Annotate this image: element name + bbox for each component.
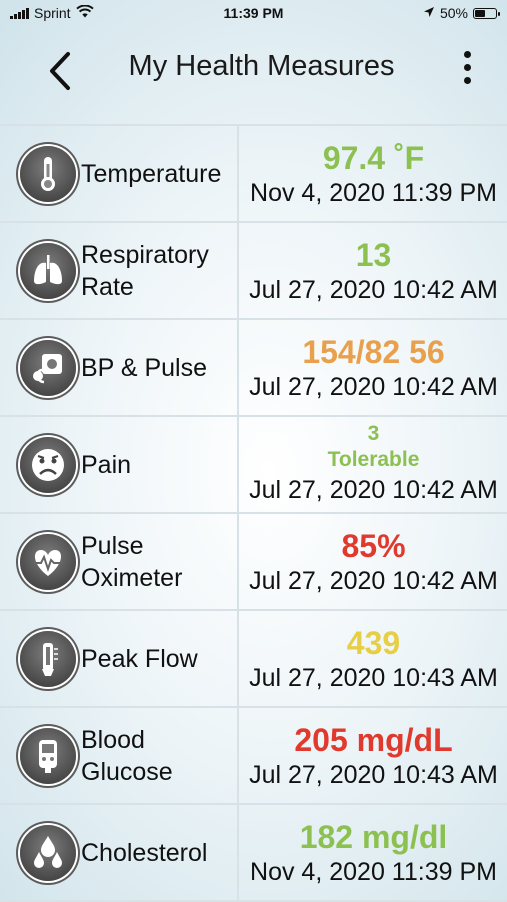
measure-label: Peak Flow [81, 644, 198, 673]
measure-value: 97.4 ˚F [322, 140, 425, 176]
measure-label: BP & Pulse [81, 353, 208, 382]
measure-label: Cholesterol [81, 838, 208, 867]
measure-date: Jul 27, 2020 10:42 AM [249, 276, 498, 304]
sad-face-icon [20, 437, 76, 493]
measure-value-description: Tolerable [327, 448, 420, 471]
more-vertical-icon [452, 51, 482, 84]
measure-label: Pulse Oximeter [81, 531, 183, 592]
measure-date: Jul 27, 2020 10:43 AM [249, 664, 498, 692]
glucose-meter-icon [20, 728, 76, 784]
page-title: My Health Measures [128, 50, 395, 82]
measure-value: 182 mg/dl [299, 819, 448, 855]
measure-value: 154/82 56 [302, 334, 445, 370]
peak-flow-meter-icon [20, 631, 76, 687]
measure-value: 85% [341, 528, 406, 564]
measure-value: 13 [355, 237, 392, 273]
measure-date: Jul 27, 2020 10:42 AM [249, 567, 498, 595]
battery-percent: 50% [439, 5, 468, 21]
measure-value-cell: 205 mg/dL Jul 27, 2020 10:43 AM [240, 708, 507, 803]
location-arrow-icon [423, 5, 435, 21]
measure-date: Nov 4, 2020 11:39 PM [250, 179, 497, 207]
more-options-button[interactable] [452, 48, 482, 88]
measure-value: 205 mg/dL [294, 722, 453, 758]
status-right: 50% [423, 5, 500, 21]
drops-icon [20, 825, 76, 881]
measure-value: 439 [346, 625, 401, 661]
measure-row-pain[interactable]: Pain 3 Tolerable Jul 27, 2020 10:42 AM [0, 417, 507, 514]
measure-value-cell: 154/82 56 Jul 27, 2020 10:42 AM [240, 320, 507, 415]
measure-date: Nov 4, 2020 11:39 PM [250, 858, 497, 886]
measure-value-cell: 182 mg/dl Nov 4, 2020 11:39 PM [240, 805, 507, 900]
measure-label: Temperature [81, 159, 222, 188]
measure-value-cell: 13 Jul 27, 2020 10:42 AM [240, 223, 507, 318]
measure-row-peak-flow[interactable]: Peak Flow 439 Jul 27, 2020 10:43 AM [0, 611, 507, 708]
measure-row-blood-glucose[interactable]: Blood Glucose 205 mg/dL Jul 27, 2020 10:… [0, 708, 507, 805]
measure-date: Jul 27, 2020 10:43 AM [249, 761, 498, 789]
heart-pulse-icon [20, 534, 76, 590]
measure-value-cell: 97.4 ˚F Nov 4, 2020 11:39 PM [240, 126, 507, 221]
lungs-icon [20, 243, 76, 299]
measure-row-cholesterol[interactable]: Cholesterol 182 mg/dl Nov 4, 2020 11:39 … [0, 805, 507, 902]
measure-row-respiratory-rate[interactable]: Respiratory Rate 13 Jul 27, 2020 10:42 A… [0, 223, 507, 320]
thermometer-icon [20, 146, 76, 202]
measure-value-cell: 439 Jul 27, 2020 10:43 AM [240, 611, 507, 706]
status-bar: Sprint 11:39 PM 50% [0, 0, 507, 28]
measure-label: Blood Glucose [81, 725, 173, 786]
measure-value-cell: 3 Tolerable Jul 27, 2020 10:42 AM [240, 417, 507, 512]
measure-row-bp-pulse[interactable]: BP & Pulse 154/82 56 Jul 27, 2020 10:42 … [0, 320, 507, 417]
measure-row-pulse-oximeter[interactable]: Pulse Oximeter 85% Jul 27, 2020 10:42 AM [0, 514, 507, 611]
measure-value: 3 [367, 422, 380, 445]
measure-row-temperature[interactable]: Temperature 97.4 ˚F Nov 4, 2020 11:39 PM [0, 126, 507, 223]
measure-date: Jul 27, 2020 10:42 AM [249, 373, 498, 401]
navigation-bar: My Health Measures [0, 28, 507, 112]
measure-value-cell: 85% Jul 27, 2020 10:42 AM [240, 514, 507, 609]
blood-pressure-cuff-icon [20, 340, 76, 396]
battery-icon [473, 7, 500, 19]
measure-label: Respiratory Rate [81, 240, 209, 301]
measure-label: Pain [81, 450, 132, 479]
battery-fill [475, 9, 485, 17]
measures-list: Temperature 97.4 ˚F Nov 4, 2020 11:39 PM… [0, 124, 507, 902]
measure-date: Jul 27, 2020 10:42 AM [249, 476, 498, 504]
